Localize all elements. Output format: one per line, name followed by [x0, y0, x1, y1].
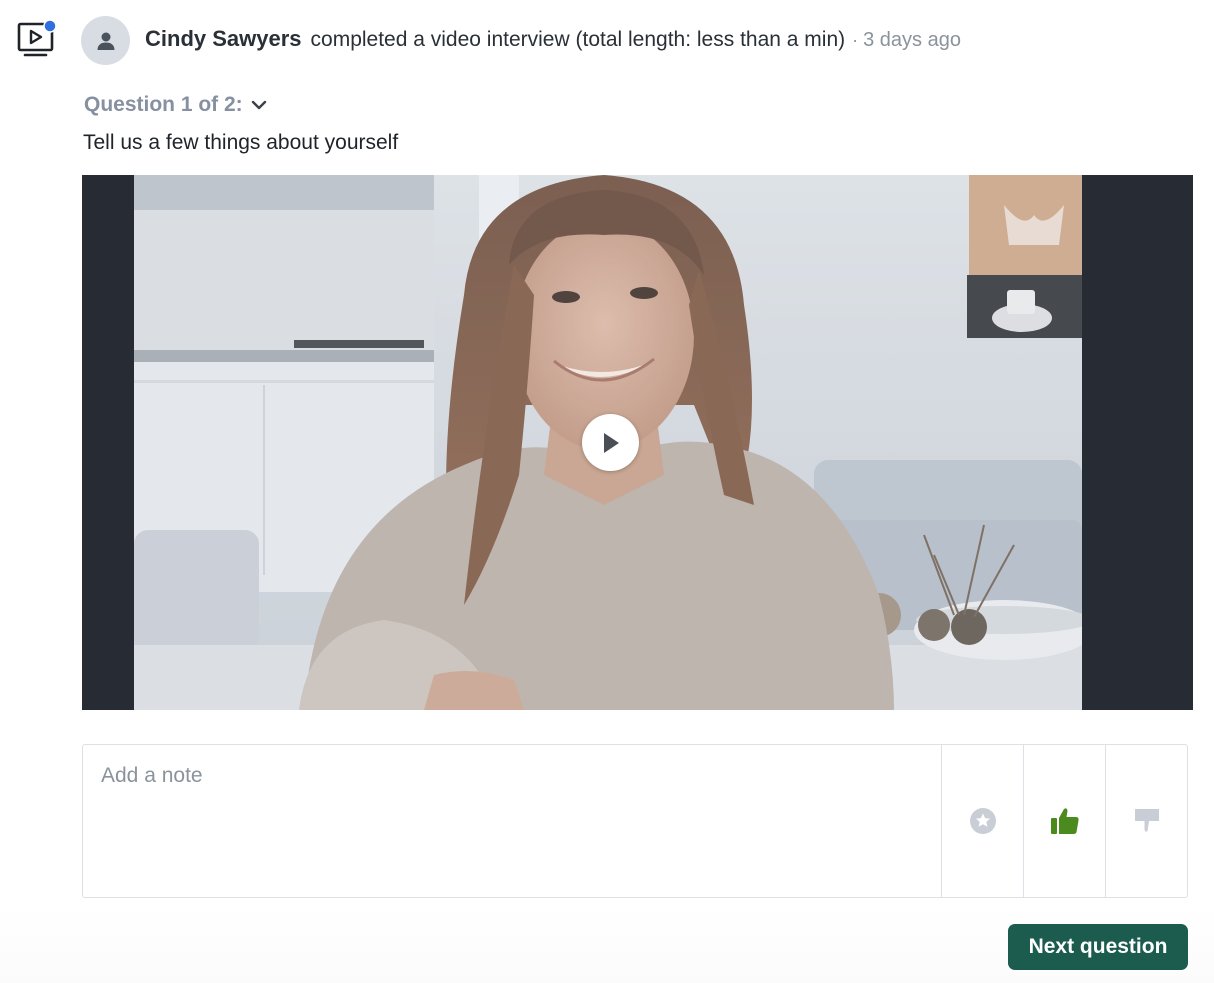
thumbs-down-button[interactable] — [1105, 745, 1187, 897]
question-selector[interactable]: Question 1 of 2: — [84, 93, 267, 117]
separator-dot: · — [852, 30, 859, 50]
play-button[interactable] — [582, 414, 639, 471]
user-icon — [97, 32, 114, 50]
question-text: Tell us a few things about yourself — [83, 131, 399, 154]
video-interview-icon — [16, 18, 58, 60]
activity-header: Cindy Sawyers completed a video intervie… — [145, 26, 961, 56]
user-name-link[interactable]: Cindy Sawyers — [145, 26, 302, 52]
play-icon — [603, 432, 619, 453]
activity-description: completed a video interview (total lengt… — [310, 28, 846, 51]
note-input[interactable] — [83, 745, 941, 897]
note-panel — [82, 744, 1188, 898]
thumbs-up-icon — [1050, 808, 1079, 834]
activity-feed-item: Cindy Sawyers completed a video intervie… — [0, 0, 1214, 983]
star-rating-button[interactable] — [941, 745, 1023, 897]
star-icon — [969, 808, 996, 834]
next-question-button[interactable]: Next question — [1008, 924, 1188, 970]
timestamp: 3 days ago — [863, 29, 961, 51]
thumbs-down-icon — [1134, 809, 1159, 832]
video-player[interactable] — [82, 175, 1193, 710]
chevron-down-icon — [251, 99, 267, 111]
avatar[interactable] — [81, 16, 130, 65]
thumbs-up-button[interactable] — [1023, 745, 1105, 897]
question-counter-label: Question 1 of 2: — [84, 93, 243, 116]
